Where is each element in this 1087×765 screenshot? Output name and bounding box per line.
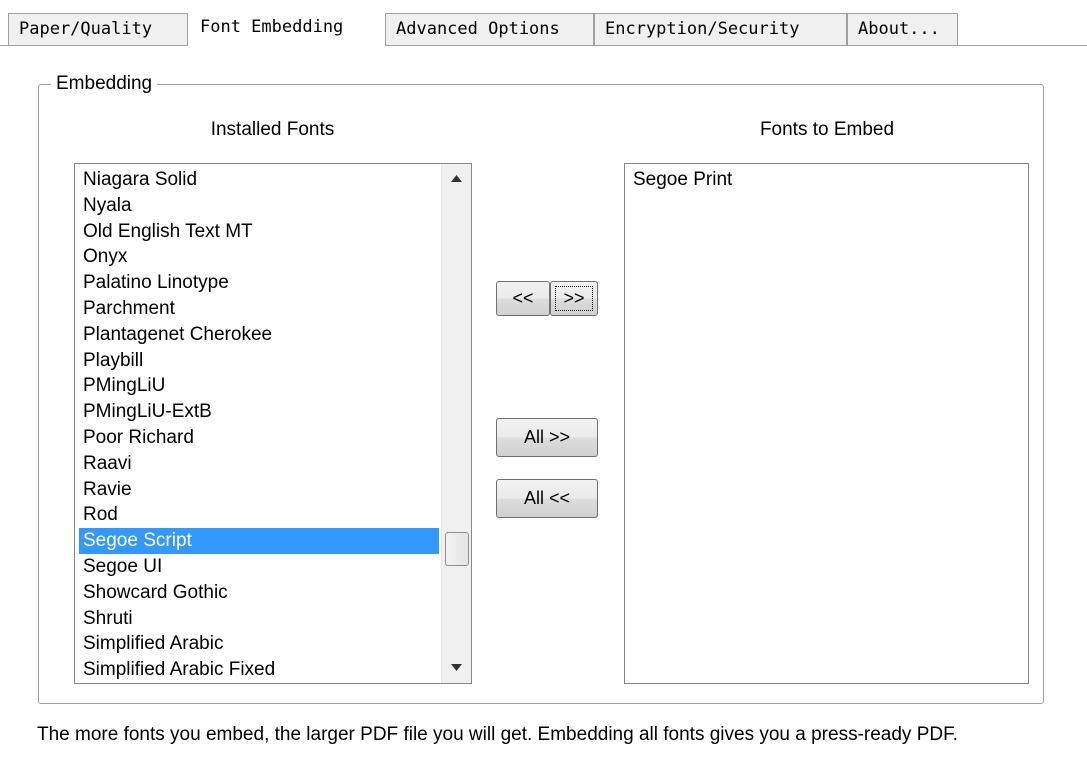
tab-font-embedding[interactable]: Font Embedding (188, 8, 385, 46)
scroll-up-arrow-icon[interactable] (442, 164, 471, 194)
remove-font-button[interactable]: << (496, 281, 550, 316)
font-list-item[interactable]: Playbill (79, 348, 439, 374)
font-list-item[interactable]: Segoe Script (79, 528, 439, 555)
tab-paper-quality[interactable]: Paper/Quality (8, 13, 188, 45)
font-list-item[interactable]: Shruti (79, 606, 439, 632)
font-list-item[interactable]: Rod (79, 502, 439, 528)
font-list-item[interactable]: Ravie (79, 477, 439, 503)
remove-all-button[interactable]: All << (496, 479, 598, 518)
tab-baseline (0, 45, 1087, 46)
font-list-item[interactable]: Niagara Solid (79, 167, 439, 193)
font-list-item[interactable]: PMingLiU (79, 373, 439, 399)
installed-fonts-title: Installed Fonts (210, 119, 335, 140)
focus-indicator (555, 286, 593, 311)
font-list-item[interactable]: PMingLiU-ExtB (79, 399, 439, 425)
font-list-item[interactable]: Showcard Gothic (79, 580, 439, 606)
font-list-item[interactable]: Raavi (79, 451, 439, 477)
scrollbar-thumb[interactable] (445, 532, 469, 566)
font-list-item[interactable]: Parchment (79, 296, 439, 322)
font-list-item[interactable]: Simplified Arabic Fixed (79, 657, 439, 683)
tab-strip: Paper/Quality Font Embedding Advanced Op… (0, 0, 1087, 46)
embedding-group-label: Embedding (51, 71, 158, 97)
font-list-item[interactable]: Segoe UI (79, 554, 439, 580)
tab-advanced-options[interactable]: Advanced Options (385, 13, 594, 45)
add-font-button[interactable]: >> (550, 281, 598, 316)
font-list-item[interactable]: Onyx (79, 244, 439, 270)
font-list-item[interactable]: Simplified Arabic (79, 631, 439, 657)
font-list-item[interactable]: Poor Richard (79, 425, 439, 451)
font-list-item[interactable]: Plantagenet Cherokee (79, 322, 439, 348)
font-list-item[interactable]: Old English Text MT (79, 219, 439, 245)
scroll-down-arrow-icon[interactable] (442, 653, 471, 683)
installed-fonts-scrollbar[interactable] (441, 164, 471, 683)
tab-encryption-security[interactable]: Encryption/Security (594, 13, 847, 45)
font-list-item[interactable]: Segoe Print (629, 167, 1024, 193)
fonts-to-embed-title: Fonts to Embed (759, 119, 895, 140)
add-all-button[interactable]: All >> (496, 418, 598, 457)
font-list-item[interactable]: Palatino Linotype (79, 270, 439, 296)
font-list-item[interactable]: Nyala (79, 193, 439, 219)
installed-fonts-list[interactable]: Niagara Solid Nyala Old English Text MT Ony… (74, 163, 472, 684)
fonts-to-embed-list[interactable]: Segoe Print (624, 163, 1029, 684)
tab-about[interactable]: About... (847, 13, 958, 45)
embedding-hint-text: The more fonts you embed, the larger PDF… (37, 724, 958, 745)
